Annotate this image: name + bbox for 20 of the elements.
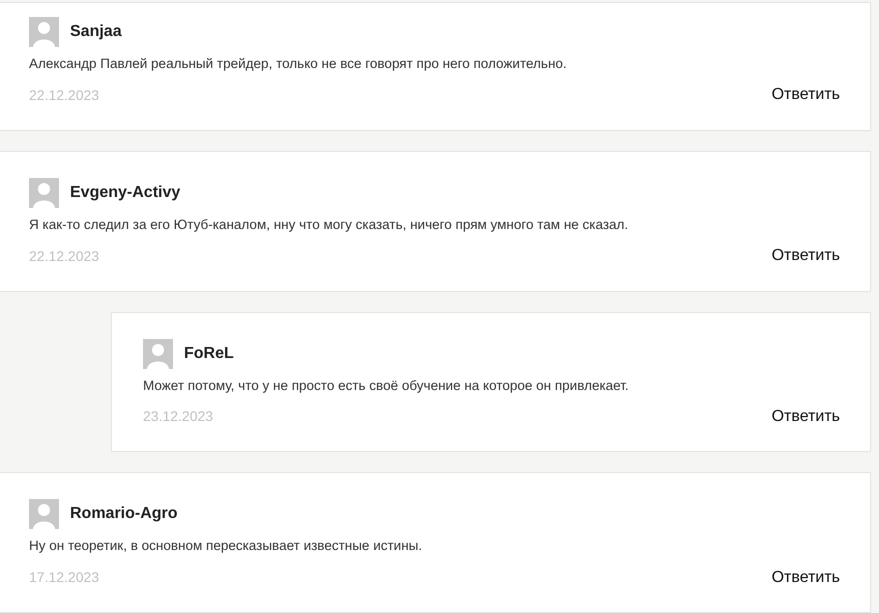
avatar-icon <box>29 178 59 208</box>
reply-link[interactable]: Ответить <box>772 244 840 268</box>
author-name: Sanjaa <box>70 22 122 42</box>
author-name: Romario-Agro <box>70 504 178 524</box>
comment-text: Может потому, что у не просто есть своё обучение на которое он привлекает. <box>143 376 630 395</box>
comment-date: 22.12.2023 <box>29 246 100 266</box>
author-name: Evgeny-Activy <box>70 182 180 203</box>
avatar-icon <box>29 499 59 530</box>
reply-link[interactable]: Ответить <box>772 83 840 108</box>
comment-text: Я как-то следил за его Ютуб-каналом, нну что могу сказать, ничего прям умного там не сказал. <box>29 216 630 234</box>
avatar-icon <box>143 338 173 368</box>
comment-date: 23.12.2023 <box>143 407 214 426</box>
comment-text: Александр Павлей реальный трейдер, только не все говорят про него положительно. <box>29 55 568 73</box>
comment-date: 17.12.2023 <box>29 568 100 587</box>
comment-date: 22.12.2023 <box>29 86 100 105</box>
reply-link[interactable]: Ответить <box>772 404 840 429</box>
comment-text: Ну он теоретик, в основном пересказывает известные истины. <box>29 537 424 556</box>
avatar-icon <box>29 17 59 47</box>
reply-link[interactable]: Ответить <box>772 566 840 590</box>
author-name: FoReL <box>184 344 234 364</box>
